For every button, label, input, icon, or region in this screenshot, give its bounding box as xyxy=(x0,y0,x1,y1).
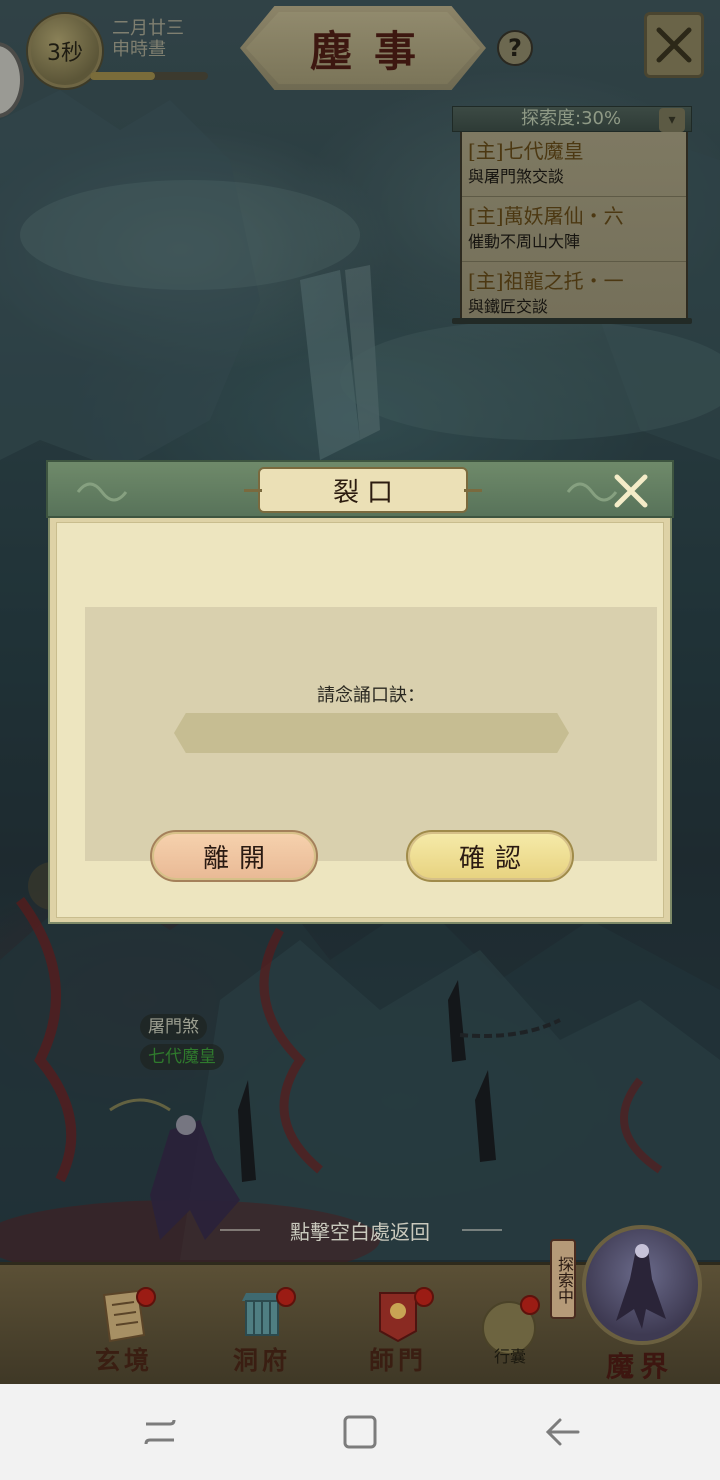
dialog-header: 裂口 xyxy=(46,460,674,518)
exploration-progress: 探索度:30% xyxy=(521,108,622,129)
close-page-button[interactable] xyxy=(644,12,704,78)
quest-header: 探索度:30% ▾ xyxy=(452,106,692,132)
realm-label: 魔界 xyxy=(605,1350,674,1383)
notification-dot xyxy=(276,1287,296,1307)
notification-dot xyxy=(136,1287,156,1307)
quest-description: 催動不周山大陣 xyxy=(468,232,581,251)
demon-realm-button[interactable]: 探索中 魔界 xyxy=(550,1221,720,1387)
notification-dot xyxy=(414,1287,434,1307)
nav-label: 玄境 xyxy=(94,1346,153,1375)
notification-dot xyxy=(520,1295,540,1315)
dialog-title-plate: 裂口 xyxy=(244,467,482,513)
back-arrow-icon xyxy=(545,1418,580,1446)
quest-title: [主]七代魔皇 xyxy=(468,139,584,163)
system-navigation-bar xyxy=(0,1384,720,1480)
quest-description: 與屠門煞交談 xyxy=(468,167,565,186)
realm-portrait xyxy=(582,1225,702,1345)
date-line-2: 申時晝 xyxy=(112,39,166,60)
page-title-plate: 塵事 xyxy=(240,6,486,90)
confirm-button-label: 確認 xyxy=(458,843,531,874)
date-line-1: 二月廿三 xyxy=(112,18,184,39)
top-bar: 3秒 二月廿三 申時晝 塵事 ? xyxy=(0,0,720,118)
demon-silhouette-icon xyxy=(616,1244,666,1329)
nav-item-shimen[interactable]: 師門 xyxy=(348,1279,448,1379)
close-icon xyxy=(656,27,692,63)
incantation-prompt: 請念誦口訣： xyxy=(317,685,425,706)
confirm-button[interactable]: 確認 xyxy=(406,830,574,882)
timer-label: 3秒 xyxy=(47,41,83,66)
dialog-frame: 請念誦口訣： xyxy=(48,516,672,924)
help-button[interactable]: ? xyxy=(497,30,533,66)
home-icon xyxy=(343,1415,377,1449)
nav-item-dongfu[interactable]: 洞府 xyxy=(212,1279,312,1379)
npc-name-tag[interactable]: 屠門煞 xyxy=(140,1014,207,1040)
game-date: 二月廿三 申時晝 xyxy=(112,18,222,60)
dialog-title: 裂口 xyxy=(332,477,401,508)
close-icon xyxy=(614,474,648,508)
bag-label: 行囊 xyxy=(493,1347,526,1366)
rift-dialog: 請念誦口訣： 裂口 離開 確認 xyxy=(46,460,674,924)
quest-title: [主]祖龍之托・一 xyxy=(468,269,624,293)
page-title: 塵事 xyxy=(309,26,438,76)
day-progress-bar xyxy=(90,72,208,80)
quest-item[interactable]: [主]萬妖屠仙・六 催動不周山大陣 xyxy=(462,197,686,262)
inventory-bag-button[interactable]: 行囊 xyxy=(478,1295,542,1366)
realm-status-tab: 探索中 xyxy=(550,1239,576,1319)
collapse-chevron-icon[interactable]: ▾ xyxy=(659,108,685,132)
nav-label: 洞府 xyxy=(232,1346,291,1375)
recent-apps-button[interactable] xyxy=(140,1412,180,1452)
quest-item[interactable]: [主]祖龍之托・一 與鐵匠交談 xyxy=(462,262,686,318)
back-button[interactable] xyxy=(542,1412,582,1452)
leave-button[interactable]: 離開 xyxy=(150,830,318,882)
incantation-input[interactable] xyxy=(174,713,569,753)
leave-button-label: 離開 xyxy=(202,843,275,874)
boss-name-tag[interactable]: 七代魔皇 xyxy=(140,1044,224,1070)
nav-label: 師門 xyxy=(368,1346,427,1375)
incantation-box: 請念誦口訣： xyxy=(85,607,657,861)
quest-scroll-rod xyxy=(452,318,692,324)
dialog-close-button[interactable] xyxy=(608,468,654,514)
recent-apps-icon xyxy=(144,1419,176,1445)
question-icon: ? xyxy=(508,34,522,62)
day-progress-fill xyxy=(90,72,155,80)
quest-tracker-panel[interactable]: 探索度:30% ▾ [主]七代魔皇 與屠門煞交談 [主]萬妖屠仙・六 催動不周山… xyxy=(452,106,692,324)
bottom-navigation: 玄境 洞府 師門 行囊 探索中 魔界 xyxy=(0,1225,720,1384)
quest-description: 與鐵匠交談 xyxy=(468,297,549,316)
home-button[interactable] xyxy=(340,1412,380,1452)
quest-title: [主]萬妖屠仙・六 xyxy=(468,204,624,228)
quest-item[interactable]: [主]七代魔皇 與屠門煞交談 xyxy=(462,132,686,197)
nav-item-xuanjing[interactable]: 玄境 xyxy=(74,1279,174,1379)
quest-list: [主]七代魔皇 與屠門煞交談 [主]萬妖屠仙・六 催動不周山大陣 [主]祖龍之托… xyxy=(460,132,688,318)
